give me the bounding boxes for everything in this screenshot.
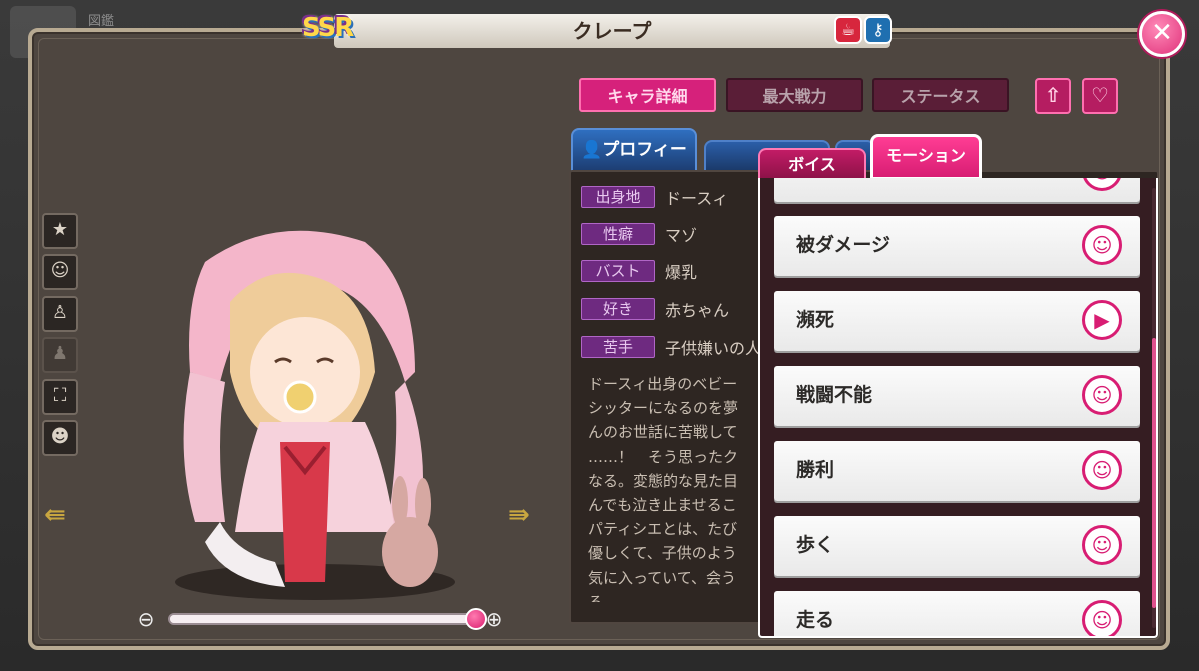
attribute-value: 子供嫌いの人 <box>665 339 762 358</box>
background-label: 図鑑 <box>88 14 115 29</box>
motion-label: 走る <box>796 609 835 631</box>
attribute-value: マゾ <box>665 226 698 245</box>
star-button[interactable]: ★ <box>42 213 78 249</box>
attribute-label: 性癖 <box>581 223 655 245</box>
attribute-value: 爆乳 <box>665 263 698 282</box>
fullscreen-button[interactable]: ⛶ <box>42 379 78 415</box>
favorite-button[interactable]: ♡ <box>1082 78 1118 114</box>
character-illustration <box>175 230 455 600</box>
attribute-label: 好き <box>581 298 655 320</box>
play-icon[interactable]: ▶ <box>1082 300 1122 340</box>
motion-item[interactable]: 勝利 ☺ <box>774 441 1140 501</box>
arrow-up-icon: ⇧ <box>1044 83 1062 107</box>
motion-label: 戦闘不能 <box>796 384 873 406</box>
standing-figure-icon: ♙ <box>51 302 69 323</box>
person-icon: 👤 <box>581 140 603 160</box>
tab-profile[interactable]: 👤プロフィール <box>571 128 697 200</box>
attribute-row: 好き 赤ちゃん <box>581 297 729 321</box>
face-icon: ☻ <box>50 426 70 447</box>
motion-item[interactable]: 走る ☺ <box>774 591 1140 636</box>
tab-max-power[interactable]: 最大戦力 <box>726 78 863 112</box>
silhouette-icon: ♟ <box>51 343 69 364</box>
person-icon[interactable]: ☺ <box>1082 375 1122 415</box>
zoom-in-icon[interactable]: ⊕ <box>482 607 506 631</box>
tab-voice[interactable]: ボイス <box>758 148 866 182</box>
frame-icon: ⛶ <box>53 385 67 406</box>
attribute-row: 苦手 子供嫌いの人 <box>581 335 761 359</box>
motion-label: 被ダメージ <box>796 234 891 256</box>
action-pose-button[interactable]: ☺ <box>42 254 78 290</box>
close-icon: ✕ <box>1151 18 1173 48</box>
person-icon[interactable]: ☺ <box>1082 600 1122 636</box>
person-icon[interactable]: ☺ <box>1082 525 1122 565</box>
previous-character-arrow[interactable]: ⇚ <box>44 500 66 530</box>
motion-item[interactable]: 歩く ☺ <box>774 516 1140 576</box>
person-icon[interactable]: ☺ <box>1082 450 1122 490</box>
person-icon: ☺ <box>1082 178 1122 191</box>
motion-label: 勝利 <box>796 459 835 481</box>
profile-description: ドースィ出身のベビー シッターになるのを夢 んのお世話に苦戦して ……！ そう思… <box>588 375 739 602</box>
locked-pose-button: ♟ <box>42 337 78 373</box>
standing-pose-button[interactable]: ♙ <box>42 296 78 332</box>
motion-item[interactable]: 被ダメージ ☺ <box>774 216 1140 276</box>
attribute-row: 出身地 ドースィ <box>581 185 728 209</box>
next-character-arrow[interactable]: ⇛ <box>508 500 530 530</box>
motion-item-partial[interactable]: ☺ <box>774 178 1140 202</box>
attribute-label: 出身地 <box>581 186 655 208</box>
attribute-label: バスト <box>581 260 655 282</box>
character-name: クレープ <box>334 14 890 48</box>
person-icon[interactable]: ☺ <box>1082 225 1122 265</box>
heart-icon: ♡ <box>1091 83 1109 107</box>
motion-scrollbar[interactable] <box>1152 188 1156 628</box>
upgrade-button[interactable]: ⇧ <box>1035 78 1071 114</box>
motion-label: 瀕死 <box>796 309 835 331</box>
motion-panel: ☺ 被ダメージ ☺ 瀕死 ▶ 戦闘不能 ☺ 勝利 ☺ 歩く ☺ 走る ☺ <box>758 178 1158 638</box>
scrollbar-thumb[interactable] <box>1152 338 1156 608</box>
cup-icon: ☕ <box>834 16 862 44</box>
motion-item[interactable]: 戦闘不能 ☺ <box>774 366 1140 426</box>
zoom-slider-fill <box>170 615 476 623</box>
zoom-slider[interactable] <box>168 608 487 630</box>
attribute-value: ドースィ <box>665 189 729 208</box>
face-button[interactable]: ☻ <box>42 420 78 456</box>
rarity-badge: SSR <box>302 13 354 43</box>
key-icon: ⚷ <box>864 16 892 44</box>
motion-item[interactable]: 瀕死 ▶ <box>774 291 1140 351</box>
action-pose-icon: ☺ <box>50 260 70 281</box>
tab-motion[interactable]: モーション <box>870 134 982 180</box>
close-button[interactable]: ✕ <box>1139 11 1185 57</box>
tab-status[interactable]: ステータス <box>872 78 1009 112</box>
zoom-out-icon[interactable]: ⊖ <box>134 607 158 631</box>
attribute-row: 性癖 マゾ <box>581 222 697 246</box>
attribute-label: 苦手 <box>581 336 655 358</box>
attribute-value: 赤ちゃん <box>665 301 730 320</box>
star-icon: ★ <box>51 219 69 240</box>
attribute-row: バスト 爆乳 <box>581 259 697 283</box>
motion-label: 歩く <box>796 534 835 556</box>
tab-character-detail[interactable]: キャラ詳細 <box>579 78 716 112</box>
